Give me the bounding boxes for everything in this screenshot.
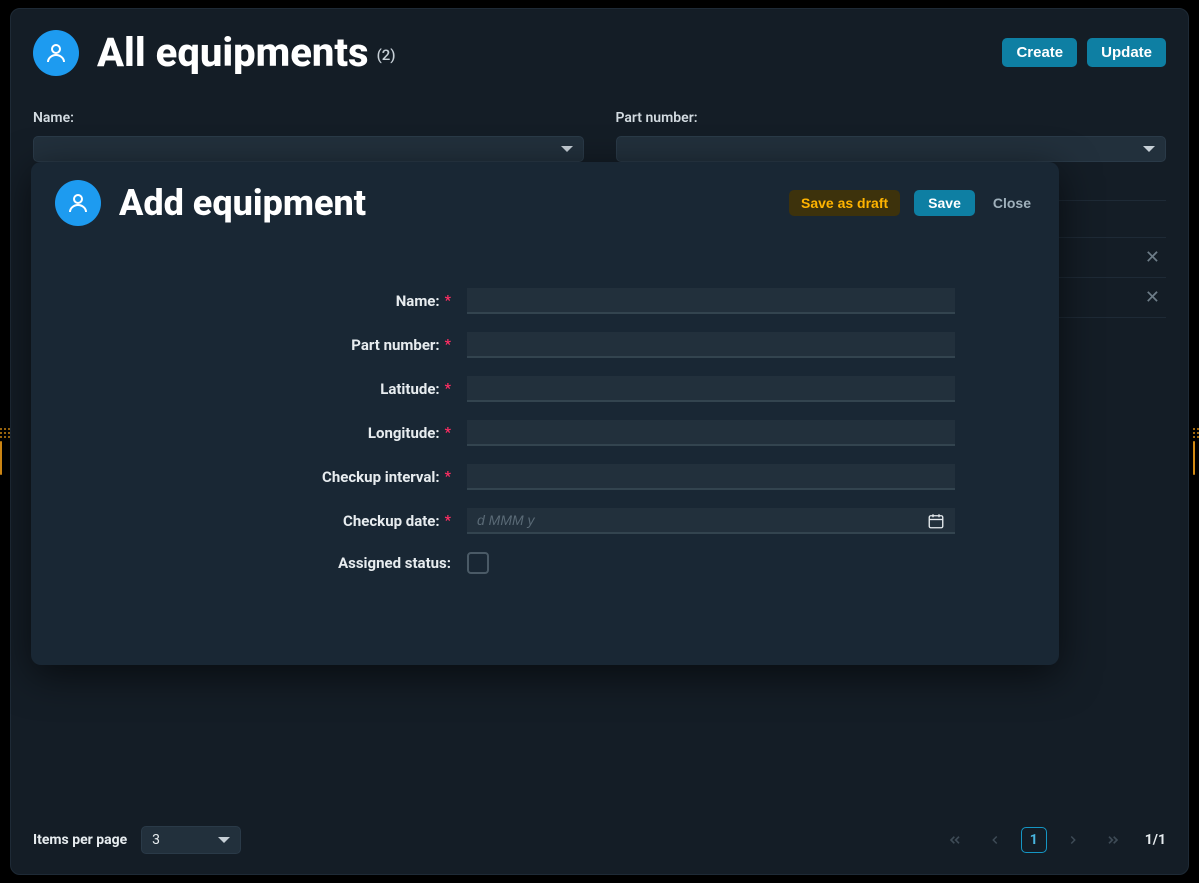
field-lat-row: Latitude:* [55,376,1035,402]
field-interval-label: Checkup interval:* [55,468,451,486]
update-button[interactable]: Update [1087,38,1166,67]
filter-name-label: Name: [33,110,584,126]
part-number-input[interactable] [467,332,955,358]
add-equipment-modal: Add equipment Save as draft Save Close N… [31,162,1059,665]
page-title: All equipments [97,29,369,76]
items-per-page-value: 3 [152,832,160,848]
required-star-icon: * [445,513,451,529]
prev-page-button[interactable] [981,826,1009,854]
row-delete-icon[interactable]: ✕ [1139,287,1166,308]
header-actions: Create Update [1002,38,1166,67]
chevron-right-icon [1066,833,1080,847]
pager-nav: 1 1/1 [941,826,1166,854]
filter-part-select[interactable] [616,136,1167,162]
chevron-double-left-icon [947,832,963,848]
equipment-form: Name:* Part number:* Latitude:* Longitud… [55,288,1035,574]
required-star-icon: * [445,293,451,309]
field-assigned-label: Assigned status: [55,554,451,572]
required-star-icon: * [445,337,451,353]
filter-part: Part number: [616,110,1167,162]
field-lat-label: Latitude:* [55,380,451,398]
right-edge-handle[interactable] [1193,428,1199,475]
items-per-page-label: Items per page [33,832,127,848]
field-lon-label: Longitude:* [55,424,451,442]
latitude-input[interactable] [467,376,955,402]
name-input[interactable] [467,288,955,314]
checkup-date-input[interactable] [467,508,955,534]
left-edge-handle[interactable] [0,428,6,475]
field-name-label: Name:* [55,292,451,310]
field-date-label: Checkup date:* [55,512,451,530]
pager-bar: Items per page 3 1 1/1 [33,826,1166,854]
save-draft-button[interactable]: Save as draft [789,190,900,216]
page-number-current[interactable]: 1 [1021,827,1047,853]
chevron-down-icon [218,837,230,843]
create-button[interactable]: Create [1002,38,1077,67]
assigned-status-checkbox[interactable] [467,552,489,574]
close-button[interactable]: Close [989,190,1035,216]
required-star-icon: * [445,469,451,485]
user-icon [44,41,68,65]
field-date-row: Checkup date:* [55,508,1035,534]
modal-actions: Save as draft Save Close [789,190,1035,216]
field-part-row: Part number:* [55,332,1035,358]
chevron-left-icon [988,833,1002,847]
longitude-input[interactable] [467,420,955,446]
page-info: 1/1 [1145,832,1166,848]
page-count: (2) [377,46,396,64]
required-star-icon: * [445,425,451,441]
chevron-double-right-icon [1105,832,1121,848]
required-star-icon: * [445,381,451,397]
row-delete-icon[interactable]: ✕ [1139,247,1166,268]
first-page-button[interactable] [941,826,969,854]
modal-avatar [55,180,101,226]
field-interval-row: Checkup interval:* [55,464,1035,490]
field-part-label: Part number:* [55,336,451,354]
filter-row: Name: Part number: [33,110,1166,162]
page-avatar [33,30,79,76]
field-assigned-row: Assigned status: [55,552,1035,574]
user-icon [66,191,90,215]
panel-header: All equipments (2) Create Update [33,29,1166,76]
last-page-button[interactable] [1099,826,1127,854]
next-page-button[interactable] [1059,826,1087,854]
modal-title: Add equipment [119,182,366,224]
page-title-wrap: All equipments (2) [97,29,396,76]
modal-header: Add equipment Save as draft Save Close [55,180,1035,226]
checkup-date-wrapper [467,508,955,534]
field-name-row: Name:* [55,288,1035,314]
filter-name: Name: [33,110,584,162]
chevron-down-icon [1143,146,1155,152]
checkup-interval-input[interactable] [467,464,955,490]
save-button[interactable]: Save [914,190,975,216]
filter-part-label: Part number: [616,110,1167,126]
field-lon-row: Longitude:* [55,420,1035,446]
chevron-down-icon [561,146,573,152]
filter-name-select[interactable] [33,136,584,162]
items-per-page-select[interactable]: 3 [141,826,241,854]
